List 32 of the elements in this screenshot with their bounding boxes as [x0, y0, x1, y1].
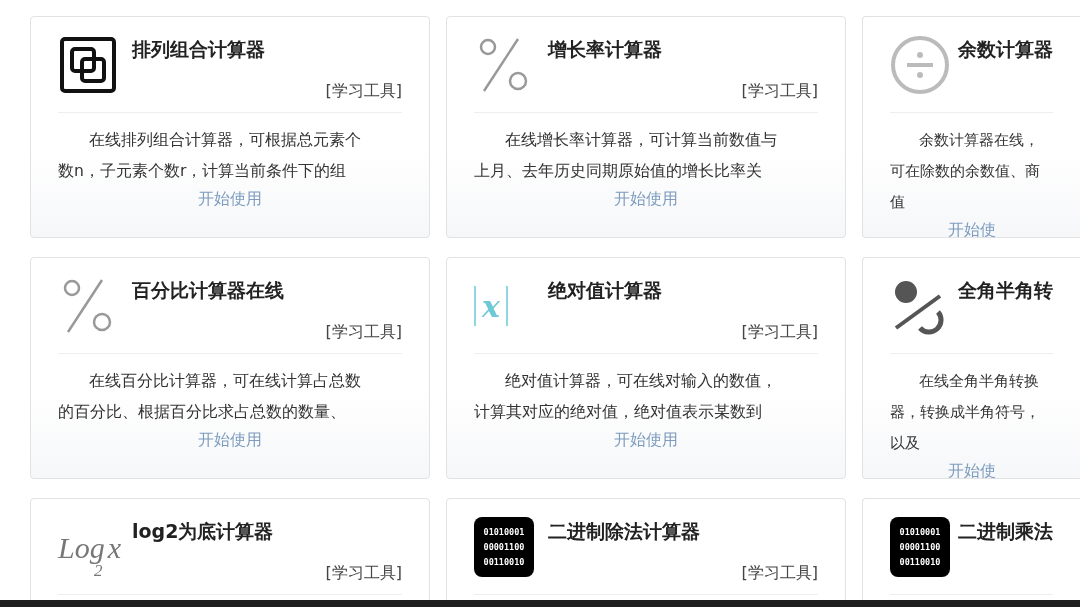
- category-tag: [学习工具]: [325, 563, 402, 584]
- category-tag: [学习工具]: [741, 563, 818, 584]
- start-link[interactable]: 开始使用: [614, 430, 678, 451]
- tool-title: 排列组合计算器: [132, 37, 266, 62]
- tool-title: 二进制乘法: [958, 519, 1053, 544]
- tool-title: 百分比计算器在线: [132, 278, 285, 303]
- overlapping-squares-icon: [58, 35, 118, 95]
- tool-description: 在线排列组合计算器，可根据总元素个数n，子元素个数r，计算当前条件下的组: [58, 130, 363, 182]
- start-link[interactable]: 开始使用: [198, 189, 262, 210]
- start-link[interactable]: 开始使用: [198, 430, 262, 451]
- divide-icon: [890, 35, 950, 95]
- logarithm-icon: Logx 2: [58, 531, 121, 579]
- start-link[interactable]: 开始使: [947, 220, 996, 241]
- tool-title: 增长率计算器: [548, 37, 663, 62]
- category-tag: [学习工具]: [325, 322, 402, 343]
- tool-title: log2为底计算器: [132, 519, 275, 544]
- start-link[interactable]: 开始使用: [614, 189, 678, 210]
- binary-icon: 01010001 00001100 00110010: [890, 517, 950, 577]
- tool-description: 绝对值计算器，可在线对输入的数值，计算其对应的绝对值，绝对值表示某数到: [474, 371, 779, 423]
- tool-description: 在线全角半角转换器，转换成半角符号，以及: [890, 372, 1041, 453]
- tool-description: 在线百分比计算器，可在线计算占总数的百分比、根据百分比求占总数的数量、: [58, 371, 363, 423]
- tool-title: 绝对值计算器: [548, 278, 663, 303]
- tool-title: 二进制除法计算器: [548, 519, 701, 544]
- category-tag: [学习工具]: [741, 322, 818, 343]
- start-link[interactable]: 开始使: [947, 461, 996, 482]
- tool-title: 全角半角转: [958, 278, 1053, 303]
- tool-title: 余数计算器: [958, 37, 1053, 62]
- binary-icon: 01010001 00001100 00110010: [474, 517, 534, 577]
- category-tag: [学习工具]: [741, 81, 818, 102]
- tool-description: 余数计算器在线，可在除数的余数值、商值: [890, 131, 1041, 212]
- category-tag: [学习工具]: [325, 81, 402, 102]
- tool-description: 在线增长率计算器，可计算当前数值与上月、去年历史同期原始值的增长比率关: [474, 130, 779, 182]
